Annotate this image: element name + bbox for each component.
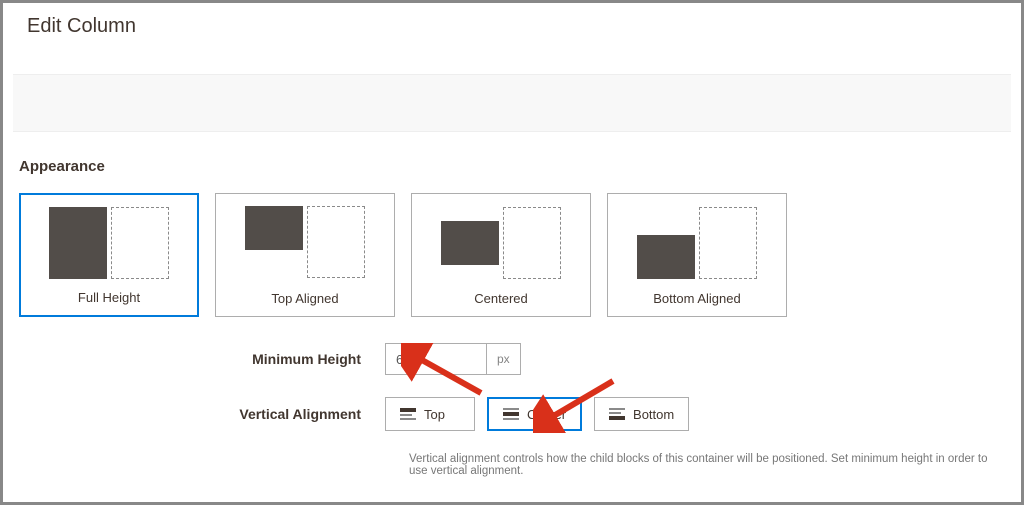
- valign-option-top[interactable]: Top: [385, 397, 475, 431]
- valign-option-label: Center: [527, 407, 566, 422]
- vertical-alignment-hint: Vertical alignment controls how the chil…: [409, 453, 1005, 477]
- appearance-option-full-height[interactable]: Full Height: [19, 193, 199, 317]
- appearance-preview-centered: [412, 194, 590, 291]
- appearance-options: Full Height Top Aligned Centered Botto: [19, 193, 1005, 317]
- minimum-height-input[interactable]: [385, 343, 487, 375]
- toolbar-placeholder: [13, 74, 1011, 132]
- dialog-title: Edit Column: [3, 3, 1021, 74]
- appearance-option-label: Centered: [474, 291, 527, 316]
- appearance-option-label: Full Height: [78, 290, 140, 315]
- valign-option-bottom[interactable]: Bottom: [594, 397, 689, 431]
- appearance-option-bottom-aligned[interactable]: Bottom Aligned: [607, 193, 787, 317]
- align-center-icon: [503, 408, 519, 420]
- valign-option-label: Top: [424, 407, 445, 422]
- label-vertical-alignment: Vertical Alignment: [19, 406, 385, 422]
- appearance-option-label: Bottom Aligned: [653, 291, 740, 316]
- valign-option-center[interactable]: Center: [487, 397, 582, 431]
- appearance-preview-bottom-aligned: [608, 194, 786, 291]
- section-title-appearance: Appearance: [19, 158, 1005, 175]
- label-minimum-height: Minimum Height: [19, 351, 385, 367]
- align-bottom-icon: [609, 408, 625, 420]
- minimum-height-input-group: px: [385, 343, 521, 375]
- vertical-alignment-options: Top Center Bottom: [385, 397, 689, 431]
- appearance-option-top-aligned[interactable]: Top Aligned: [215, 193, 395, 317]
- minimum-height-unit: px: [487, 343, 521, 375]
- appearance-option-label: Top Aligned: [271, 291, 338, 316]
- appearance-preview-top-aligned: [216, 194, 394, 291]
- valign-option-label: Bottom: [633, 407, 674, 422]
- align-top-icon: [400, 408, 416, 420]
- appearance-preview-full-height: [21, 195, 197, 290]
- appearance-option-centered[interactable]: Centered: [411, 193, 591, 317]
